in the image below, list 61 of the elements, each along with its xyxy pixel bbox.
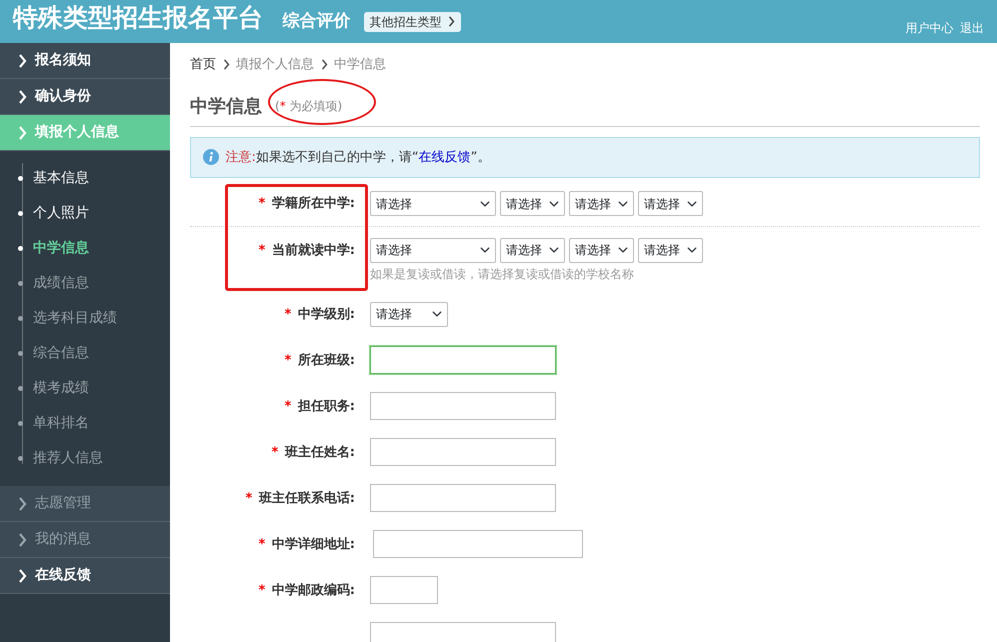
dropdown[interactable]: 请选择 bbox=[370, 302, 448, 327]
breadcrumb-item[interactable]: 首页 bbox=[190, 55, 216, 74]
input-field[interactable] bbox=[370, 392, 556, 420]
dropdown[interactable]: 请选择 bbox=[500, 191, 565, 216]
info-icon bbox=[203, 149, 219, 166]
feedback-link[interactable]: 在线反馈 bbox=[418, 150, 471, 164]
bullet-icon bbox=[18, 421, 23, 426]
bullet-icon bbox=[18, 176, 23, 181]
field-label: * 班主任联系电话: bbox=[245, 490, 355, 506]
bullet-icon bbox=[18, 386, 23, 391]
chevron-icon bbox=[18, 54, 27, 68]
input-field[interactable] bbox=[370, 576, 438, 604]
sidebar-subitem[interactable]: 中学信息 bbox=[33, 238, 89, 259]
sidebar-subitem[interactable]: 基本信息 bbox=[33, 168, 89, 189]
field-label: * 中学邮政编码: bbox=[258, 582, 355, 598]
dropdown[interactable]: 请选择 bbox=[638, 191, 703, 216]
chevron-icon bbox=[18, 568, 27, 582]
dropdown[interactable]: 请选择 bbox=[569, 191, 634, 216]
field-label: * 当前就读中学: bbox=[258, 242, 355, 258]
dropdown[interactable]: 请选择 bbox=[569, 238, 634, 263]
chevron-icon bbox=[18, 496, 27, 510]
dropdown[interactable]: 请选择 bbox=[370, 238, 496, 263]
chevron-icon bbox=[448, 16, 455, 27]
input-field[interactable] bbox=[373, 530, 583, 558]
breadcrumb-item: 中学信息 bbox=[334, 56, 386, 74]
dropdown[interactable]: 请选择 bbox=[638, 238, 703, 263]
field-label: * 中学详细地址: bbox=[258, 536, 355, 552]
field-hint: 如果是复读或借读，请选择复读或借读的学校名称 bbox=[370, 266, 635, 284]
input-field[interactable] bbox=[370, 346, 556, 374]
field-label: * 担任职务: bbox=[284, 398, 355, 414]
input-field[interactable] bbox=[370, 484, 556, 512]
field-label: * 所在班级: bbox=[284, 352, 355, 368]
chevron-icon bbox=[18, 532, 27, 546]
bullet-icon bbox=[18, 456, 23, 461]
dropdown[interactable]: 请选择 bbox=[370, 191, 496, 216]
switch-category-button[interactable]: 其他招生类型 bbox=[364, 12, 461, 32]
bullet-icon bbox=[18, 246, 23, 251]
dropdown[interactable]: 请选择 bbox=[500, 238, 565, 263]
input-field[interactable] bbox=[370, 438, 556, 466]
field-label: * 班主任姓名: bbox=[271, 444, 355, 460]
required-note: (* 为必填项) bbox=[275, 98, 342, 115]
notice-text: 注意:如果选不到自己的中学，请“在线反馈”。 bbox=[226, 148, 490, 166]
field-label: * 中学级别: bbox=[284, 306, 355, 322]
site-title: 特殊类型招生报名平台 bbox=[13, 5, 263, 30]
input-field[interactable] bbox=[370, 622, 556, 642]
bullet-icon bbox=[18, 351, 23, 356]
sidebar-item[interactable]: 确认身份 bbox=[0, 79, 170, 115]
field-label: * 学籍所在中学: bbox=[258, 196, 355, 211]
category-label: 综合评价 bbox=[282, 10, 350, 33]
chevron-icon bbox=[18, 126, 27, 140]
chevron-icon bbox=[222, 59, 230, 70]
bullet-icon bbox=[18, 281, 23, 286]
chevron-icon bbox=[320, 59, 328, 70]
page-title: 中学信息 bbox=[190, 94, 262, 118]
chevron-icon bbox=[18, 90, 27, 104]
bullet-icon bbox=[18, 316, 23, 321]
sidebar-item[interactable]: 在线反馈 bbox=[0, 558, 170, 594]
breadcrumb-item[interactable]: 填报个人信息 bbox=[236, 55, 314, 74]
bullet-icon bbox=[18, 211, 23, 216]
sidebar-subitem[interactable]: 个人照片 bbox=[33, 203, 89, 224]
sidebar-item[interactable]: 报名须知 bbox=[0, 43, 170, 79]
